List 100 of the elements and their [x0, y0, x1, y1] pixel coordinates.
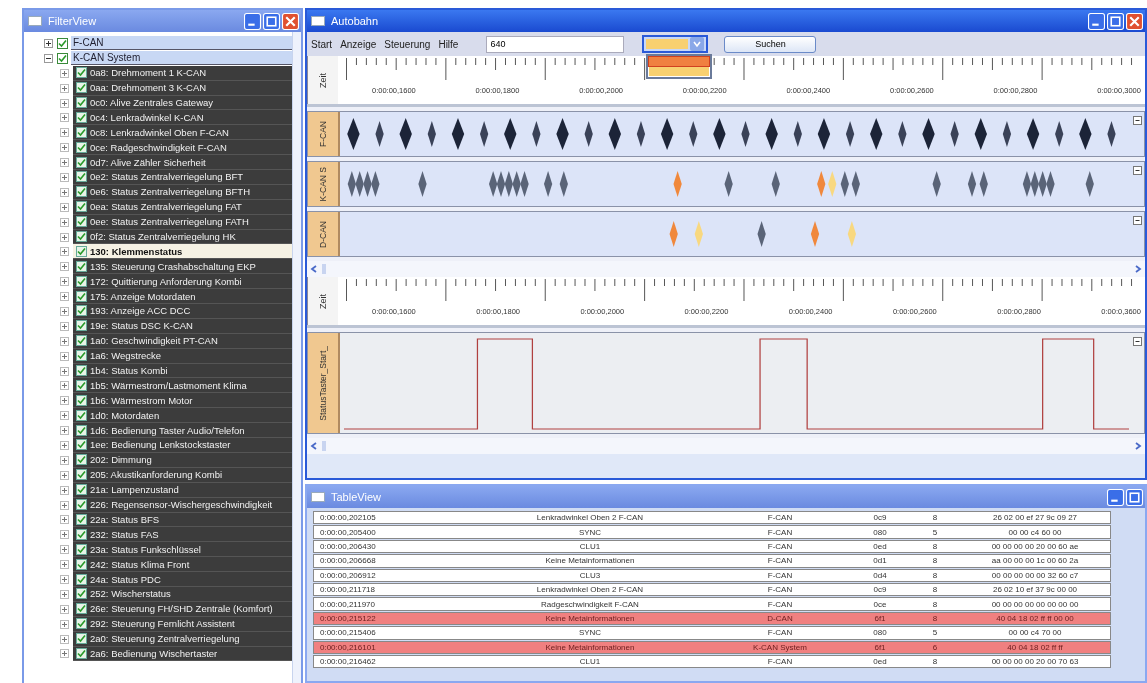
- tree-item[interactable]: F-CAN: [71, 36, 292, 51]
- minimize-icon[interactable]: [1088, 12, 1105, 30]
- table-cell-text: Keine Metainformationen: [544, 613, 636, 623]
- minimize-icon[interactable]: [1107, 488, 1124, 506]
- checkbox[interactable]: [76, 558, 87, 570]
- table-row[interactable]: 0:00:00,215122 Keine Metainformationen D-CAN 6f1 8 40 04 18 02 ff ff 00 00: [313, 611, 1111, 626]
- checkbox[interactable]: [57, 52, 68, 64]
- checkbox[interactable]: [76, 156, 87, 168]
- lane-toggle-icon[interactable]: [1133, 116, 1142, 125]
- checkbox[interactable]: [76, 335, 87, 347]
- search-field[interactable]: 640: [486, 35, 625, 53]
- checkbox[interactable]: [76, 603, 87, 615]
- checkbox[interactable]: [76, 216, 87, 228]
- table-cell-text: 00 00 00 00 00 32 60 c7: [990, 570, 1080, 580]
- color-option[interactable]: [649, 57, 710, 66]
- scrollbar[interactable]: [292, 32, 301, 683]
- table-cell-text: 0:00:00,216462: [319, 657, 377, 667]
- checkbox[interactable]: [76, 290, 87, 302]
- table-row[interactable]: 0:00:00,215406 SYNC F-CAN 080 5 00 00 c4 70 00: [313, 626, 1111, 640]
- checkbox[interactable]: [76, 424, 87, 436]
- checkbox[interactable]: [76, 320, 87, 332]
- table-cell-text: 0:00:00,216101: [319, 642, 377, 652]
- lane-label: StatusTaster_Start_: [308, 333, 340, 433]
- table-cell-text: 40 04 18 02 ff ff: [1006, 642, 1064, 652]
- checkbox[interactable]: [76, 350, 87, 362]
- checkbox[interactable]: [57, 37, 68, 49]
- scrollbar-thumb[interactable]: [322, 441, 326, 451]
- checkbox[interactable]: [76, 231, 87, 242]
- lane-toggle-icon[interactable]: [1133, 166, 1142, 175]
- checkbox[interactable]: [76, 439, 87, 451]
- scroll-left-icon[interactable]: [309, 441, 319, 451]
- lane-toggle-icon[interactable]: [1133, 216, 1142, 225]
- checkbox[interactable]: [76, 633, 87, 645]
- tree-item[interactable]: K-CAN System: [71, 51, 292, 66]
- close-icon[interactable]: [282, 12, 299, 30]
- checkbox[interactable]: [76, 618, 87, 630]
- lane-label: D-CAN: [308, 212, 340, 256]
- table-row[interactable]: 0:00:00,202105 Lenkradwinkel Oben 2 F-CAN F-CAN 0c9 8 26 02 00 ef 27 9c 09 27: [313, 511, 1111, 525]
- checkbox[interactable]: [76, 67, 87, 79]
- checkbox[interactable]: [76, 528, 87, 540]
- menu-item[interactable]: Anzeige: [340, 38, 377, 50]
- checkbox[interactable]: [76, 409, 87, 421]
- checkbox[interactable]: [76, 97, 87, 108]
- color-option[interactable]: [649, 67, 710, 76]
- table-row[interactable]: 0:00:00,211718 Lenkradwinkel Oben 2 F-CAN F-CAN 0c9 8 26 02 10 ef 37 9c 00 00: [313, 582, 1111, 597]
- close-icon[interactable]: [1126, 12, 1143, 30]
- checkbox[interactable]: [76, 141, 87, 153]
- table-row[interactable]: 0:00:00,211970 Radgeschwindigkeit F-CAN F-CAN 0ce 8 00 00 00 00 00 00 00 00: [313, 597, 1111, 611]
- checkbox[interactable]: [76, 201, 87, 213]
- table-row[interactable]: 0:00:00,216462 CLU1 F-CAN 0ed 8 00 00 00 00 20 00 70 63: [313, 654, 1111, 669]
- table-cell-text: 0:00:00,205400: [319, 527, 377, 537]
- table-cell-text: 0:00:00,211970: [319, 599, 376, 609]
- window-icon: [28, 16, 42, 26]
- checkbox[interactable]: [76, 260, 87, 272]
- table-cell-text: 00 00 c4 60 00: [1007, 527, 1063, 537]
- checkbox[interactable]: [76, 171, 87, 183]
- checkbox[interactable]: [76, 379, 87, 391]
- expand-icon[interactable]: [44, 38, 53, 48]
- checkbox[interactable]: [76, 469, 87, 481]
- checkbox[interactable]: [76, 394, 87, 406]
- lane-toggle-icon[interactable]: [1133, 337, 1142, 346]
- checkbox[interactable]: [76, 111, 87, 123]
- checkbox[interactable]: [76, 454, 87, 466]
- checkbox[interactable]: [76, 484, 87, 496]
- minimize-icon[interactable]: [244, 12, 261, 30]
- menu-item[interactable]: Steuerung: [384, 38, 431, 50]
- axis-label: Zeit: [307, 56, 338, 104]
- checkbox[interactable]: [76, 275, 87, 287]
- checkbox[interactable]: [76, 82, 87, 94]
- checkbox[interactable]: [76, 126, 87, 138]
- table-cell-text: 0:00:00,215406: [319, 628, 377, 638]
- checkbox[interactable]: [76, 365, 87, 377]
- table-cell-text: Radgeschwindigkeit F-CAN: [540, 599, 640, 609]
- table-row[interactable]: 0:00:00,206430 CLU1 F-CAN 0ed 8 00 00 00 00 20 00 60 ae: [313, 539, 1111, 554]
- menu-item[interactable]: Start: [311, 38, 333, 50]
- scroll-right-icon[interactable]: [1133, 441, 1143, 451]
- scrollbar-thumb[interactable]: [322, 264, 326, 274]
- checkbox[interactable]: [76, 305, 87, 317]
- collapse-icon[interactable]: [44, 53, 53, 63]
- maximize-icon[interactable]: [1107, 12, 1124, 30]
- table-row[interactable]: 0:00:00,206912 CLU3 F-CAN 0d4 8 00 00 00 00 00 32 60 c7: [313, 568, 1111, 582]
- checkbox[interactable]: [76, 186, 87, 198]
- table-cell-text: 0ed: [872, 657, 888, 667]
- table-cell-text: 6: [931, 642, 939, 652]
- checkbox[interactable]: [76, 647, 87, 659]
- table-row[interactable]: 0:00:00,205400 SYNC F-CAN 080 5 00 00 c4 60 00: [313, 525, 1111, 539]
- checkbox[interactable]: [76, 513, 87, 525]
- checkbox[interactable]: [76, 573, 87, 585]
- maximize-icon[interactable]: [1126, 488, 1143, 506]
- scroll-left-icon[interactable]: [309, 264, 319, 274]
- search-button[interactable]: Suchen: [724, 35, 817, 53]
- checkbox[interactable]: [76, 499, 87, 511]
- checkbox[interactable]: [76, 245, 87, 257]
- maximize-icon[interactable]: [263, 12, 280, 30]
- menu-item[interactable]: Hilfe: [438, 38, 459, 50]
- checkbox[interactable]: [76, 543, 87, 555]
- table-row[interactable]: 0:00:00,206668 Keine Metainformationen F-CAN 0d1 8 aa 00 00 00 1c 00 60 2a: [313, 554, 1111, 568]
- table-row[interactable]: 0:00:00,216101 Keine Metainformationen K-CAN System 6f1 6 40 04 18 02 ff ff: [313, 640, 1111, 654]
- scroll-right-icon[interactable]: [1133, 264, 1143, 274]
- checkbox[interactable]: [76, 588, 87, 600]
